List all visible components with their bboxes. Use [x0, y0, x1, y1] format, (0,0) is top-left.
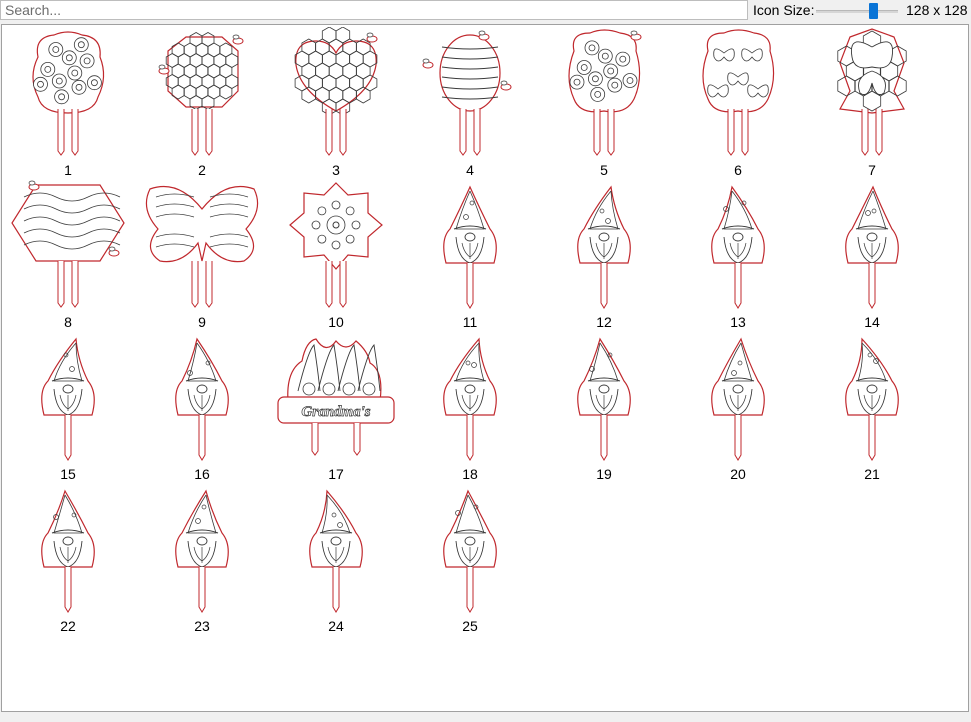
thumbnail-item[interactable]: 20 [674, 331, 802, 482]
thumbnail-item[interactable]: 14 [808, 179, 936, 330]
thumbnail-label: 7 [868, 162, 876, 178]
thumbnail-item[interactable]: 8 [4, 179, 132, 330]
thumbnail-item[interactable]: 15 [4, 331, 132, 482]
thumbnail-item[interactable]: 19 [540, 331, 668, 482]
thumbnail-item[interactable]: 24 [272, 483, 400, 634]
slider-track[interactable] [816, 10, 898, 13]
gnome-chef-stake-icon [845, 337, 899, 461]
gnome-witch-hat-stake-icon [443, 489, 497, 613]
thumbnail-label: 2 [198, 162, 206, 178]
butterfly-bouquet-stake-icon [702, 29, 775, 156]
gnome-flag-stake-icon [577, 337, 631, 461]
thumbnail-label: 25 [462, 618, 478, 634]
thumbnail-item[interactable]: 23 [138, 483, 266, 634]
thumbnail-panel[interactable]: 1 2 3 4 5 6 7 8 9 10 11 12 13 14 15 16 G… [1, 24, 969, 712]
thumbnail-item[interactable]: 21 [808, 331, 936, 482]
butterfly-stake-icon [145, 185, 259, 308]
thumbnail-label: 20 [730, 466, 746, 482]
icon-size-value: 128 x 128 [906, 2, 968, 18]
thumbnail-item[interactable]: 13 [674, 179, 802, 330]
thumbnail-item[interactable]: 11 [406, 179, 534, 330]
icon-size-label: Icon Size: [753, 2, 815, 18]
thumbnail-label: 18 [462, 466, 478, 482]
mandala-flower-stake-icon [289, 182, 383, 308]
thumbnail-item[interactable]: 9 [138, 179, 266, 330]
gnome-flower-stake-icon [845, 185, 899, 309]
thumbnail-item[interactable]: 25 [406, 483, 534, 634]
honeycomb-bee-stake-icon [158, 32, 244, 156]
thumbnail-item[interactable]: 3 [272, 27, 400, 178]
thumbnail-item[interactable]: 7 [808, 27, 936, 178]
thumbnail-label: 24 [328, 618, 344, 634]
butterfly-honeycomb-stake-icon [837, 28, 907, 156]
thumbnail-label: 1 [64, 162, 72, 178]
thumbnail-label: 15 [60, 466, 76, 482]
thumbnail-label: 13 [730, 314, 746, 330]
thumbnail-label: 5 [600, 162, 608, 178]
thumbnail-item[interactable]: 4 [406, 27, 534, 178]
gnome-stake-icon [41, 337, 95, 461]
gnome-dotted-hat-stake-icon [175, 337, 229, 461]
thumbnail-item[interactable]: 1 [4, 27, 132, 178]
gnomes-grandmas-stake-icon: Grandma's [277, 338, 395, 456]
toolbar: Icon Size: 128 x 128 [0, 0, 971, 22]
gnome-love-stake-icon [443, 185, 497, 309]
thumbnail-label: 8 [64, 314, 72, 330]
hexagon-pattern-stake-icon [11, 180, 125, 308]
gnome-stake-icon [711, 185, 765, 309]
status-bar [0, 712, 971, 722]
thumbnail-label: 6 [734, 162, 742, 178]
gnome-sunglasses-stake-icon [443, 337, 497, 461]
search-input[interactable] [1, 1, 747, 19]
thumbnail-item[interactable]: 16 [138, 331, 266, 482]
thumbnail-label: 23 [194, 618, 210, 634]
icon-size-slider[interactable] [816, 3, 898, 19]
thumbnail-label: 19 [596, 466, 612, 482]
thumbnail-label: 9 [198, 314, 206, 330]
thumbnail-item[interactable]: 18 [406, 331, 534, 482]
thumbnail-label: 16 [194, 466, 210, 482]
thumbnail-item[interactable]: 12 [540, 179, 668, 330]
gnome-waving-stake-icon [711, 337, 765, 461]
flower-cluster-stake-icon [568, 29, 642, 156]
thumbnail-item[interactable]: 2 [138, 27, 266, 178]
thumbnail-label: 4 [466, 162, 474, 178]
beehive-stake-icon [422, 30, 512, 156]
gnome-tall-hat-stake-icon [577, 185, 631, 309]
thumbnail-label: 22 [60, 618, 76, 634]
thumbnail-item[interactable]: 5 [540, 27, 668, 178]
gnome-key-stake-icon [309, 489, 363, 613]
slider-thumb[interactable] [869, 3, 878, 19]
thumbnail-item[interactable]: 10 [272, 179, 400, 330]
thumbnail-item[interactable]: Grandma's 17 [272, 331, 400, 482]
thumbnail-item[interactable]: 22 [4, 483, 132, 634]
sunflower-bouquet-stake-icon [32, 31, 105, 156]
thumbnail-label: 14 [864, 314, 880, 330]
gnome-stake-icon [41, 489, 95, 613]
gnome-dancing-stake-icon [175, 489, 229, 613]
honeycomb-heart-stake-icon [294, 27, 378, 156]
svg-text:Grandma's: Grandma's [301, 404, 370, 420]
thumbnail-label: 10 [328, 314, 344, 330]
thumbnail-label: 11 [462, 314, 478, 330]
thumbnail-label: 12 [596, 314, 612, 330]
thumbnail-label: 3 [332, 162, 340, 178]
thumbnail-label: 21 [864, 466, 880, 482]
thumbnail-item[interactable]: 6 [674, 27, 802, 178]
thumbnail-label: 17 [328, 466, 344, 482]
search-box[interactable] [0, 0, 748, 20]
